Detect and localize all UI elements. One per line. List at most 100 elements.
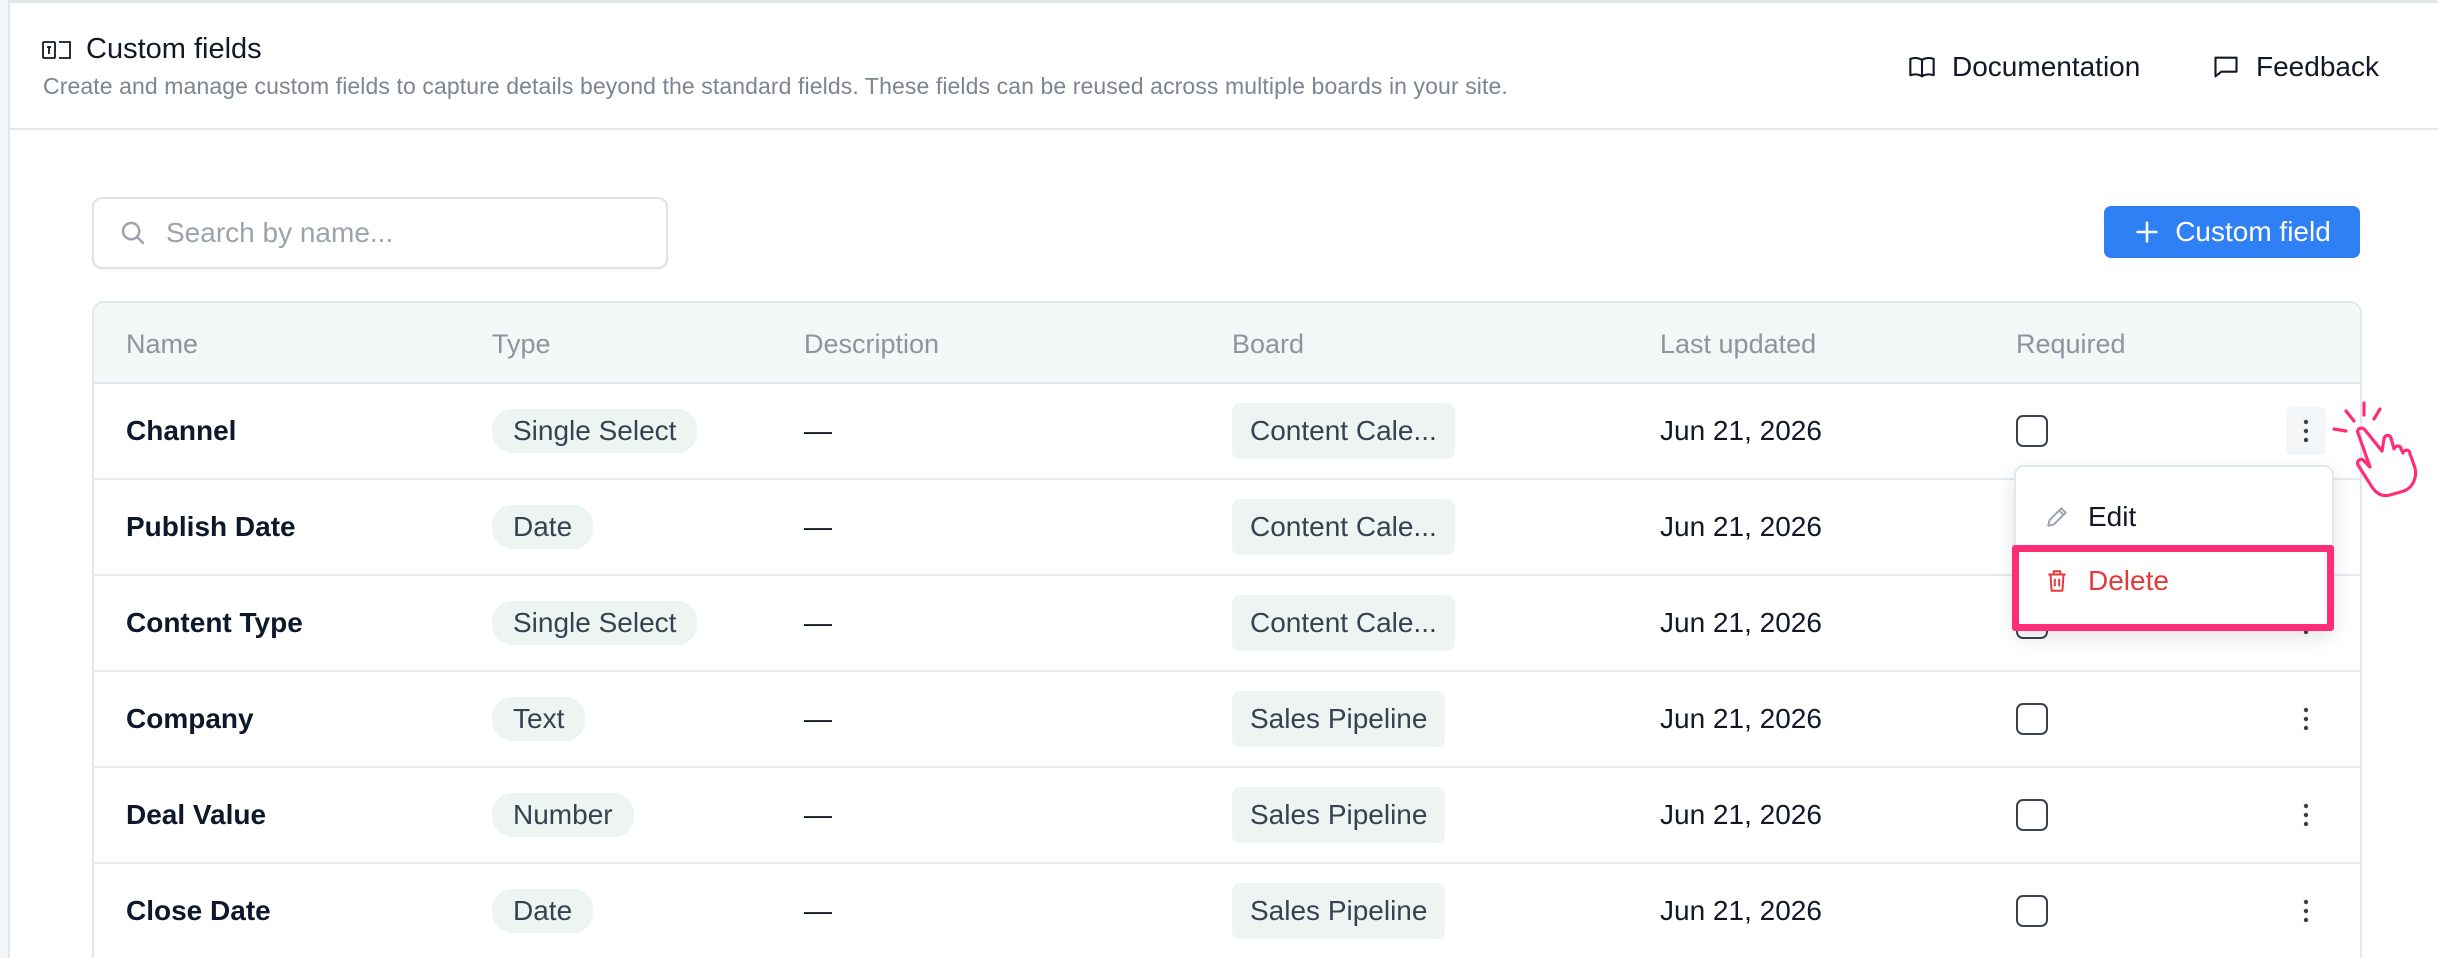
required-cell [2016,384,2048,478]
fields-icon [42,40,71,59]
table-row[interactable]: Deal Value Number — Sales Pipeline Jun 2… [94,768,2360,864]
board-cell: Content Cale... [1232,480,1455,574]
documentation-link[interactable]: Documentation [1908,51,2140,83]
last-updated: Jun 21, 2026 [1660,703,1822,734]
last-updated: Jun 21, 2026 [1660,895,1822,926]
column-header-description[interactable]: Description [804,329,939,360]
kebab-icon [2303,419,2309,443]
column-header-name[interactable]: Name [126,329,198,360]
required-checkbox[interactable] [2016,703,2048,735]
plus-icon [2136,221,2158,243]
kebab-icon [2303,707,2309,731]
custom-fields-table: Name Type Description Board Last updated… [92,301,2362,958]
edit-menu-item[interactable]: Edit [2044,501,2136,533]
required-cell [2016,672,2048,766]
field-name: Channel [126,415,237,446]
type-badge: Single Select [492,601,698,645]
description-cell: — [804,511,832,542]
table-row[interactable]: Close Date Date — Sales Pipeline Jun 21,… [94,864,2360,958]
table-row[interactable]: Company Text — Sales Pipeline Jun 21, 20… [94,672,2360,768]
row-actions-button[interactable] [2286,695,2326,743]
description-cell: — [804,703,832,734]
row-actions-button[interactable] [2286,407,2326,455]
search-input[interactable] [166,217,626,249]
add-custom-field-button[interactable]: Custom field [2104,206,2360,258]
delete-menu-item[interactable]: Delete [2044,565,2169,597]
page: Custom fields Create and manage custom f… [8,0,2438,958]
last-updated: Jun 21, 2026 [1660,415,1822,446]
board-badge: Content Cale... [1232,499,1455,555]
title-row: Custom fields [42,33,262,66]
row-actions-button[interactable] [2286,887,2326,935]
feedback-label: Feedback [2256,51,2379,82]
column-header-required[interactable]: Required [2016,329,2126,360]
type-badge: Single Select [492,409,698,453]
column-header-type[interactable]: Type [492,329,551,360]
last-updated: Jun 21, 2026 [1660,799,1822,830]
field-name: Publish Date [126,511,296,542]
type-badge: Date [492,889,594,933]
board-badge: Sales Pipeline [1232,691,1446,747]
page-header: Custom fields Create and manage custom f… [10,3,2438,130]
field-name: Deal Value [126,799,267,830]
board-cell: Sales Pipeline [1232,768,1446,862]
kebab-icon [2303,803,2309,827]
board-badge: Sales Pipeline [1232,787,1446,843]
required-checkbox[interactable] [2016,799,2048,831]
pencil-icon [2047,507,2067,527]
actions-cell [2286,864,2326,958]
description-cell: — [804,799,832,830]
actions-cell [2286,672,2326,766]
type-badge: Number [492,793,634,837]
tap-hand-icon [2332,401,2418,498]
message-icon [2214,56,2238,78]
actions-cell [2286,768,2326,862]
field-name: Close Date [126,895,271,926]
board-badge: Content Cale... [1232,595,1455,651]
edit-label: Edit [2088,501,2137,532]
board-badge: Content Cale... [1232,403,1455,459]
type-cell: Single Select [492,576,698,670]
page-subtitle: Create and manage custom fields to captu… [43,73,1508,99]
required-cell [2016,768,2048,862]
row-actions-button[interactable] [2286,791,2326,839]
feedback-link[interactable]: Feedback [2212,51,2379,83]
add-button-label: Custom field [2175,216,2331,247]
actions-cell [2286,384,2326,478]
last-updated: Jun 21, 2026 [1660,511,1822,542]
type-cell: Number [492,768,634,862]
search-box[interactable] [92,197,668,269]
type-cell: Text [492,672,586,766]
description-cell: — [804,607,832,638]
type-badge: Date [492,505,594,549]
field-name: Content Type [126,607,303,638]
required-checkbox[interactable] [2016,895,2048,927]
board-cell: Sales Pipeline [1232,672,1446,766]
board-cell: Content Cale... [1232,384,1455,478]
column-header-board[interactable]: Board [1232,329,1304,360]
board-cell: Content Cale... [1232,576,1455,670]
last-updated: Jun 21, 2026 [1660,607,1822,638]
book-icon [1909,57,1935,78]
table-header: Name Type Description Board Last updated… [94,303,2360,384]
search-icon [121,221,145,245]
left-edge [0,0,8,958]
description-cell: — [804,895,832,926]
type-badge: Text [492,697,586,741]
page-title: Custom fields [86,33,262,65]
trash-icon [2048,570,2066,592]
row-actions-menu: Edit Delete [2014,465,2334,629]
field-name: Company [126,703,254,734]
board-badge: Sales Pipeline [1232,883,1446,939]
type-cell: Date [492,864,594,958]
kebab-icon [2303,899,2309,923]
documentation-label: Documentation [1952,51,2141,82]
delete-label: Delete [2088,565,2169,596]
board-cell: Sales Pipeline [1232,864,1446,958]
column-header-last-updated[interactable]: Last updated [1660,329,1816,360]
required-cell [2016,864,2048,958]
type-cell: Single Select [492,384,698,478]
description-cell: — [804,415,832,446]
required-checkbox[interactable] [2016,415,2048,447]
type-cell: Date [492,480,594,574]
